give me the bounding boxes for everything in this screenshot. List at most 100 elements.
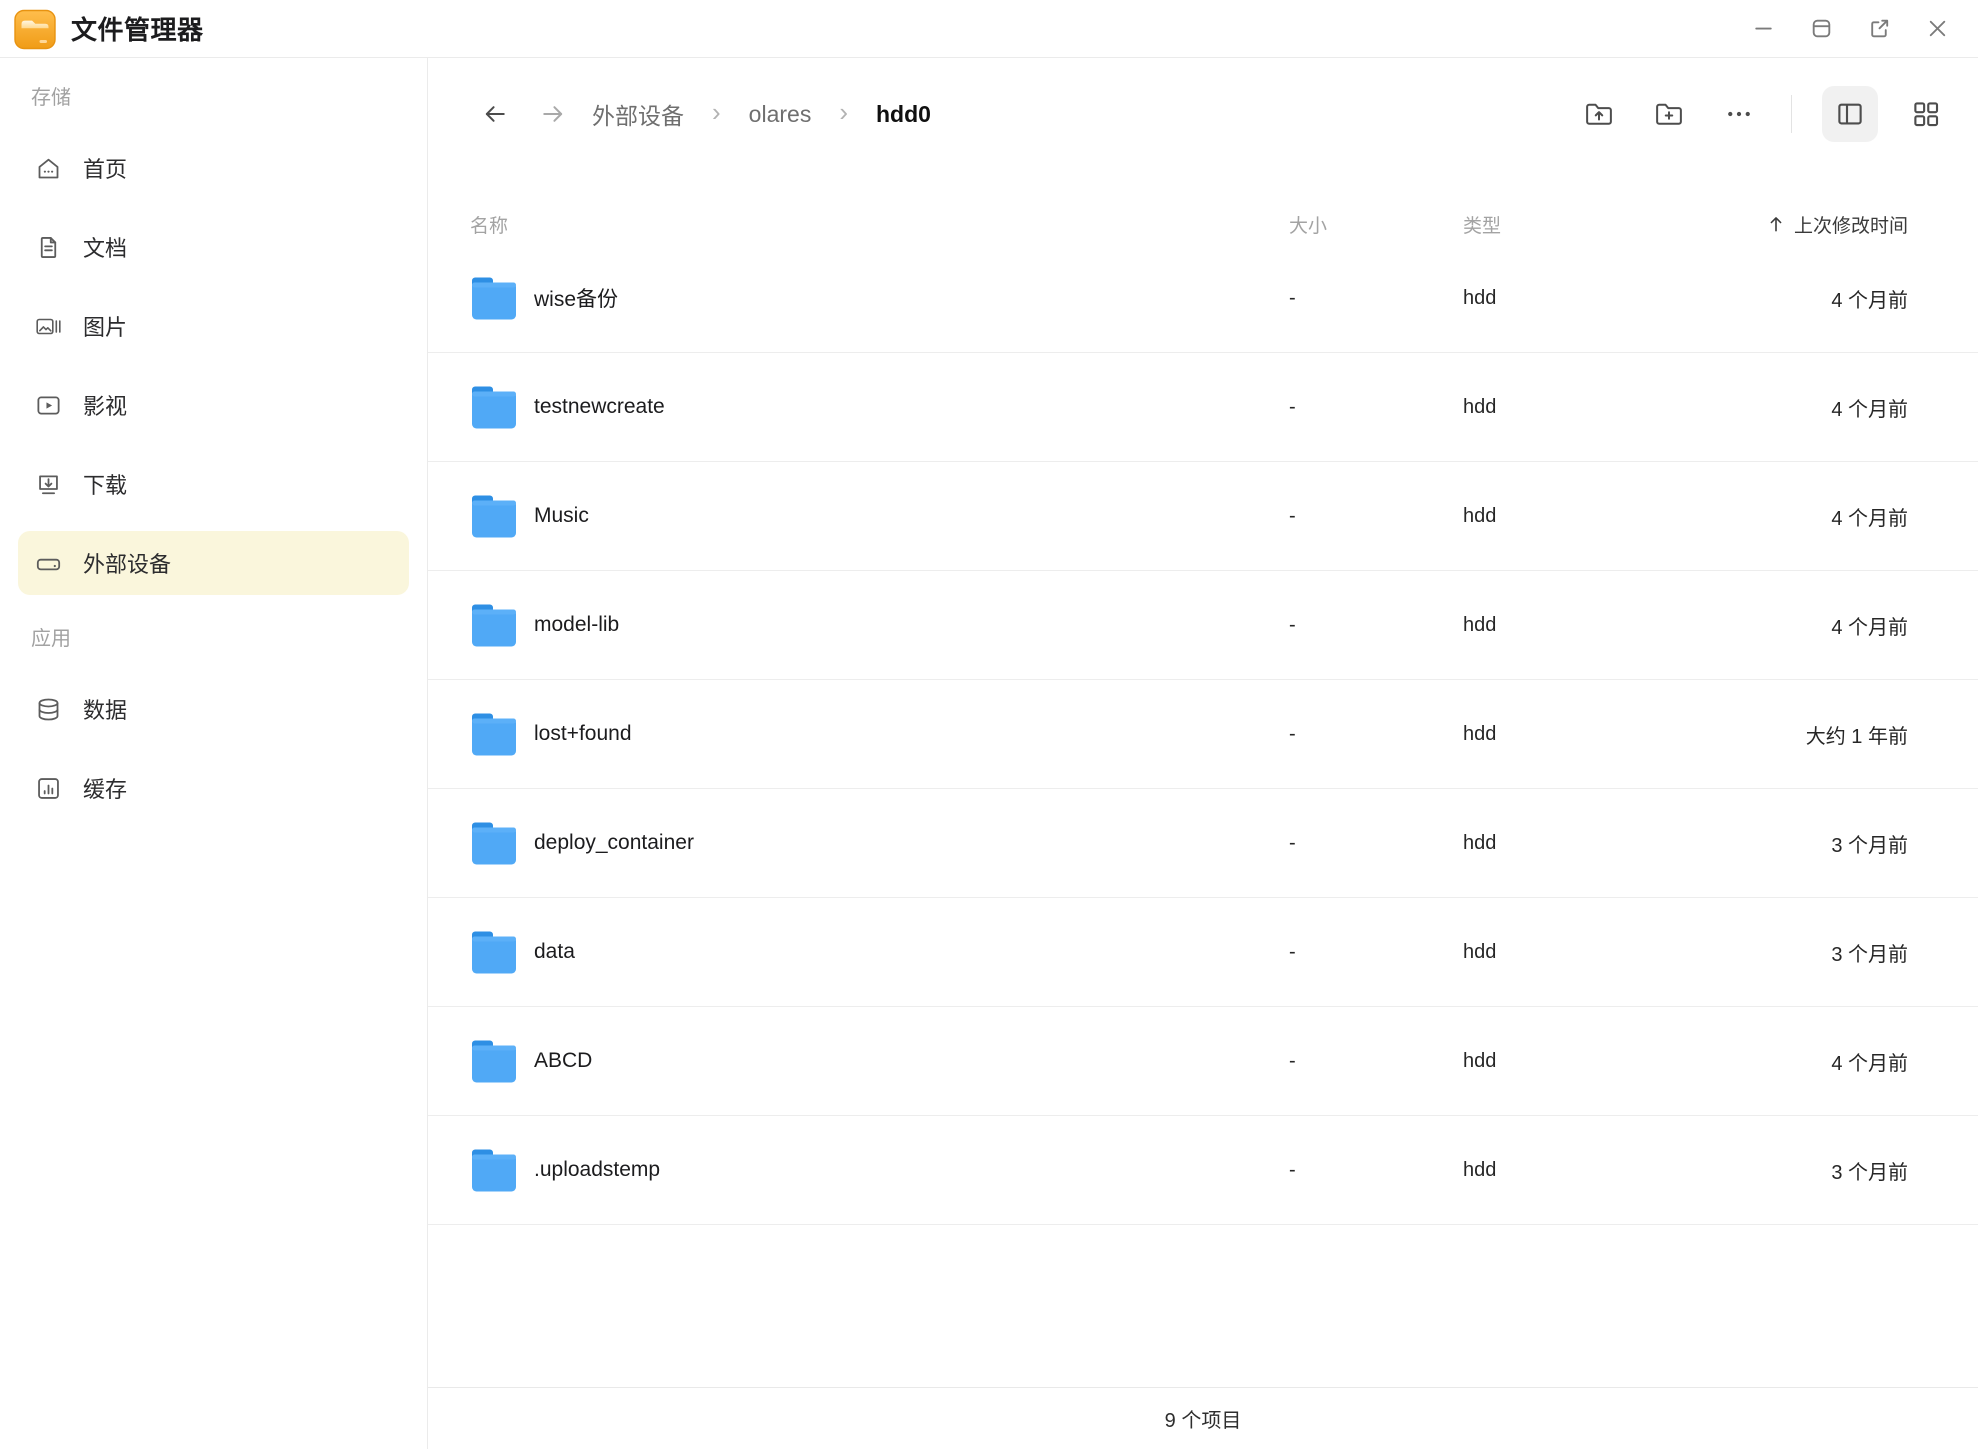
file-type: hdd [1463, 505, 1608, 528]
app-folder-icon [14, 8, 56, 50]
table-row[interactable]: Music - hdd 4 个月前 [428, 462, 1978, 571]
sort-ascending-icon [1766, 214, 1786, 234]
file-name: ABCD [534, 1049, 592, 1073]
table-row[interactable]: ABCD - hdd 4 个月前 [428, 1007, 1978, 1116]
sidebar: 存储 首页 文档 [0, 58, 428, 1449]
table-row[interactable]: wise备份 - hdd 4 个月前 [428, 244, 1978, 353]
app-title: 文件管理器 [71, 10, 204, 47]
file-modified: 4 个月前 [1831, 611, 1908, 640]
file-size: - [1289, 1159, 1463, 1182]
file-size: - [1289, 832, 1463, 855]
panel-view-icon[interactable] [1822, 86, 1878, 142]
document-icon [35, 234, 62, 261]
file-name: model-lib [534, 613, 619, 637]
file-size: - [1289, 396, 1463, 419]
column-header-type[interactable]: 类型 [1463, 211, 1608, 238]
table-row[interactable]: deploy_container - hdd 3 个月前 [428, 789, 1978, 898]
sidebar-item-pictures[interactable]: 图片 [18, 294, 409, 358]
close-icon[interactable] [1925, 16, 1950, 41]
main-panel: 外部设备 › olares › hdd0 [428, 58, 1978, 1449]
sidebar-item-downloads[interactable]: 下载 [18, 452, 409, 516]
folder-plus-icon[interactable] [1647, 92, 1691, 136]
video-icon [35, 392, 62, 419]
popout-icon[interactable] [1867, 16, 1892, 41]
table-header: 名称 大小 类型 上次修改时间 [428, 204, 1978, 244]
file-size: - [1289, 287, 1463, 310]
sidebar-item-external-devices[interactable]: 外部设备 [18, 531, 409, 595]
file-name: testnewcreate [534, 395, 665, 419]
grid-view-icon[interactable] [1904, 92, 1948, 136]
file-name: wise备份 [534, 283, 618, 313]
title-bar: 文件管理器 [0, 0, 1978, 58]
table-row[interactable]: data - hdd 3 个月前 [428, 898, 1978, 1007]
file-type: hdd [1463, 941, 1608, 964]
table-row[interactable]: lost+found - hdd 大约 1 年前 [428, 680, 1978, 789]
folder-icon [470, 931, 518, 974]
table-row[interactable]: model-lib - hdd 4 个月前 [428, 571, 1978, 680]
file-modified: 4 个月前 [1831, 1047, 1908, 1076]
sidebar-item-home[interactable]: 首页 [18, 136, 409, 200]
table-row[interactable]: testnewcreate - hdd 4 个月前 [428, 353, 1978, 462]
toolbar [1577, 86, 1948, 142]
file-type: hdd [1463, 723, 1608, 746]
breadcrumb-item-olares[interactable]: olares [749, 101, 812, 128]
folder-icon [470, 604, 518, 647]
sidebar-item-label: 图片 [83, 310, 127, 342]
sidebar-section-storage: 存储 [18, 86, 409, 110]
file-modified: 4 个月前 [1831, 502, 1908, 531]
status-bar: 9 个项目 [428, 1387, 1978, 1449]
item-count: 9 个项目 [1165, 1404, 1242, 1433]
minimize-icon[interactable] [1751, 16, 1776, 41]
hard-drive-icon [35, 550, 62, 577]
breadcrumb-item-external-devices[interactable]: 外部设备 [592, 97, 684, 131]
home-icon [35, 155, 62, 182]
table-row[interactable]: .uploadstemp - hdd 3 个月前 [428, 1116, 1978, 1225]
file-size: - [1289, 1050, 1463, 1073]
file-type: hdd [1463, 396, 1608, 419]
breadcrumb-separator: › [712, 99, 721, 125]
sidebar-item-label: 外部设备 [83, 547, 171, 579]
file-modified: 3 个月前 [1831, 829, 1908, 858]
sidebar-item-label: 缓存 [83, 772, 127, 804]
cache-icon [35, 775, 62, 802]
maximize-icon[interactable] [1809, 16, 1834, 41]
navigation-bar: 外部设备 › olares › hdd0 [428, 58, 1978, 170]
file-name: lost+found [534, 722, 632, 746]
file-size: - [1289, 505, 1463, 528]
sidebar-item-data[interactable]: 数据 [18, 677, 409, 741]
file-type: hdd [1463, 1159, 1608, 1182]
file-modified: 4 个月前 [1831, 393, 1908, 422]
column-header-modified[interactable]: 上次修改时间 [1766, 211, 1908, 238]
file-modified: 3 个月前 [1831, 938, 1908, 967]
sidebar-item-label: 文档 [83, 231, 127, 263]
file-modified: 4 个月前 [1831, 284, 1908, 313]
column-header-size[interactable]: 大小 [1289, 211, 1463, 238]
image-icon [35, 313, 62, 340]
sidebar-item-videos[interactable]: 影视 [18, 373, 409, 437]
file-name: data [534, 940, 575, 964]
folder-upload-icon[interactable] [1577, 92, 1621, 136]
back-arrow-icon[interactable] [480, 99, 510, 129]
file-size: - [1289, 614, 1463, 637]
folder-icon [470, 495, 518, 538]
file-type: hdd [1463, 1050, 1608, 1073]
breadcrumb-separator: › [839, 99, 848, 125]
file-type: hdd [1463, 614, 1608, 637]
breadcrumb: 外部设备 › olares › hdd0 [592, 97, 931, 131]
database-icon [35, 696, 62, 723]
sidebar-item-label: 影视 [83, 389, 127, 421]
file-size: - [1289, 941, 1463, 964]
toolbar-divider [1791, 95, 1792, 133]
folder-icon [470, 822, 518, 865]
file-modified: 3 个月前 [1831, 1156, 1908, 1185]
sidebar-item-label: 首页 [83, 152, 127, 184]
more-icon[interactable] [1717, 92, 1761, 136]
forward-arrow-icon[interactable] [538, 99, 568, 129]
sidebar-item-cache[interactable]: 缓存 [18, 756, 409, 820]
column-header-name[interactable]: 名称 [470, 211, 1289, 238]
folder-icon [470, 386, 518, 429]
folder-icon [470, 277, 518, 320]
sidebar-item-label: 数据 [83, 693, 127, 725]
file-name: .uploadstemp [534, 1158, 660, 1182]
sidebar-item-documents[interactable]: 文档 [18, 215, 409, 279]
